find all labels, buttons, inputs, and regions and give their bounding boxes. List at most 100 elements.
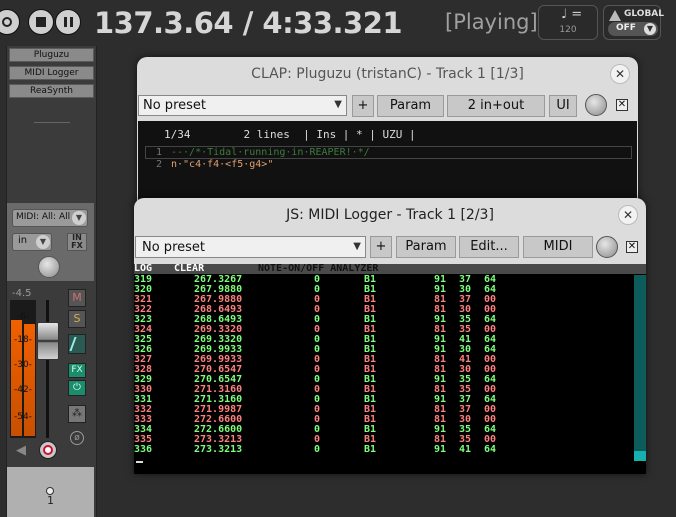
envelope-icon bbox=[69, 337, 87, 351]
wet-knob[interactable] bbox=[585, 94, 607, 116]
loop-icon bbox=[2, 17, 12, 27]
fx-item-pluguzu[interactable]: Pluguzu bbox=[9, 48, 94, 62]
analyzer-label: NOTE-ON/OFF ANALYZER bbox=[258, 263, 379, 274]
editor-status: 1/34 2 lines | Ins | * | UZU | bbox=[164, 128, 416, 141]
preset-select[interactable]: No preset ▼ bbox=[138, 95, 347, 116]
add-preset-button[interactable]: + bbox=[370, 236, 392, 258]
log-cell-vel: 64 bbox=[484, 444, 497, 455]
code-line: n·"c4·f4·<f5·g4>" bbox=[171, 159, 274, 170]
global-select[interactable]: OFF ▼ bbox=[608, 22, 658, 36]
automation-icon bbox=[609, 10, 621, 21]
mute-button[interactable]: M bbox=[68, 289, 86, 307]
meter-tick: -6- bbox=[16, 312, 30, 322]
tempo-box[interactable]: ♩ = 120 bbox=[538, 5, 598, 40]
input-mode-label: in bbox=[18, 235, 28, 246]
record-arm-button[interactable] bbox=[39, 441, 57, 459]
close-icon: ✕ bbox=[622, 208, 634, 222]
record-icon bbox=[43, 445, 53, 455]
midi-input-select[interactable]: MIDI: All: All ▼ bbox=[12, 209, 88, 227]
log-cell-time: 273.3213 bbox=[194, 444, 243, 455]
bypass-checkbox[interactable]: ✕ bbox=[616, 99, 628, 111]
input-fx-icon: IN FX bbox=[71, 233, 83, 250]
bypass-checkbox[interactable]: ✕ bbox=[626, 241, 638, 253]
input-fx-button[interactable]: IN FX bbox=[67, 233, 87, 251]
stop-button[interactable] bbox=[28, 9, 54, 35]
play-state-label: [Playing] bbox=[445, 10, 538, 34]
close-button[interactable]: ✕ bbox=[618, 205, 638, 225]
fx-button[interactable]: FX bbox=[68, 363, 86, 378]
chevron-down-icon: ▼ bbox=[36, 235, 50, 249]
global-label: GLOBAL bbox=[624, 9, 665, 19]
log-cell-ch: 0 bbox=[314, 444, 321, 455]
volume-fader-track bbox=[46, 300, 49, 438]
time-position-display[interactable]: 137.3.64 / 4:33.321 bbox=[94, 6, 403, 40]
preset-select[interactable]: No preset ▼ bbox=[135, 236, 366, 258]
peak-db-label: -4.5 bbox=[12, 288, 32, 299]
phase-button[interactable]: ø bbox=[70, 431, 84, 445]
solo-button[interactable]: S bbox=[68, 310, 86, 328]
line-number: 2 bbox=[156, 159, 163, 170]
fx-item-midi-logger[interactable]: MIDI Logger bbox=[9, 66, 94, 80]
code-line: --·/*·Tidal·running·in·REAPER!·*/ bbox=[171, 147, 370, 158]
stop-icon bbox=[36, 17, 46, 27]
wet-knob[interactable] bbox=[596, 236, 618, 258]
input-mode-select[interactable]: in ▼ bbox=[12, 233, 52, 251]
track-number-panel[interactable]: 1 bbox=[7, 467, 94, 517]
speaker-icon: ◀ bbox=[16, 443, 26, 458]
chevron-down-icon: ▼ bbox=[353, 241, 361, 252]
param-button[interactable]: Param bbox=[396, 236, 456, 258]
tempo-value: 120 bbox=[559, 25, 577, 35]
automation-mode-button[interactable] bbox=[68, 334, 87, 354]
log-cell-pitch: 41 bbox=[459, 444, 472, 455]
global-value: OFF bbox=[616, 23, 636, 33]
volume-fader-handle[interactable] bbox=[37, 322, 59, 360]
meter-tick: -54- bbox=[14, 412, 32, 422]
global-automation-box[interactable]: GLOBAL OFF ▼ bbox=[603, 5, 665, 40]
input-pan-knob[interactable] bbox=[38, 256, 60, 278]
meter-scale: -6- -18- -30- -42- -54- bbox=[10, 300, 36, 438]
pause-icon bbox=[63, 17, 67, 27]
log-cell-note: B1 bbox=[364, 444, 377, 455]
pause-button[interactable] bbox=[55, 9, 81, 35]
edit-button[interactable]: Edit... bbox=[459, 236, 519, 258]
preset-label: No preset bbox=[142, 240, 205, 255]
chevron-down-icon: ▼ bbox=[644, 23, 656, 35]
fx-item-reasynth[interactable]: ReaSynth bbox=[9, 84, 94, 98]
meter-tick: -30- bbox=[14, 360, 32, 370]
chevron-down-icon: ▼ bbox=[72, 211, 86, 225]
midi-logger-window-title: JS: MIDI Logger - Track 1 [2/3] bbox=[286, 207, 494, 223]
clap-plugin-window: CLAP: Pluguzu (tristanC) - Track 1 [1/3]… bbox=[137, 57, 638, 202]
x-icon: ✕ bbox=[617, 99, 627, 110]
log-scrollbar-thumb[interactable] bbox=[634, 451, 646, 461]
log-cell-status: 91 bbox=[434, 444, 447, 455]
midi-input-label: MIDI: All: All bbox=[16, 212, 70, 222]
preset-label: No preset bbox=[143, 98, 206, 113]
close-button[interactable]: ✕ bbox=[610, 64, 630, 84]
meter-tick: -42- bbox=[14, 385, 32, 395]
log-scrollbar[interactable] bbox=[634, 275, 646, 461]
code-editor[interactable]: 1/34 2 lines | Ins | * | UZU | 1 --·/*·T… bbox=[138, 121, 637, 202]
note-icon: ♩ = bbox=[561, 7, 583, 22]
routing-icon: ⁂ bbox=[72, 408, 82, 419]
clap-window-title: CLAP: Pluguzu (tristanC) - Track 1 [1/3] bbox=[251, 66, 524, 82]
x-icon: ✕ bbox=[627, 241, 637, 252]
fx-list-divider bbox=[34, 122, 70, 123]
log-header-bar bbox=[134, 264, 646, 274]
close-icon: ✕ bbox=[614, 67, 626, 81]
param-button[interactable]: Param bbox=[377, 95, 444, 117]
line-number: 1 bbox=[156, 147, 163, 158]
phase-icon: ø bbox=[74, 433, 80, 443]
fx-bypass-button[interactable]: ⏻ bbox=[68, 380, 86, 396]
log-button[interactable]: LOG bbox=[134, 264, 152, 274]
io-pins-button[interactable]: 2 in+out bbox=[447, 95, 545, 117]
midi-button[interactable]: MIDI bbox=[523, 236, 593, 258]
add-preset-button[interactable]: + bbox=[352, 95, 374, 117]
clear-button[interactable]: CLEAR bbox=[174, 264, 204, 274]
meter-tick: -18- bbox=[14, 335, 32, 345]
log-cell-idx: 336 bbox=[134, 444, 153, 455]
ui-button[interactable]: UI bbox=[549, 95, 577, 117]
track-number: 1 bbox=[47, 494, 54, 507]
routing-button[interactable]: ⁂ bbox=[68, 405, 86, 423]
power-icon: ⏻ bbox=[73, 382, 81, 393]
chevron-down-icon: ▼ bbox=[334, 99, 342, 110]
